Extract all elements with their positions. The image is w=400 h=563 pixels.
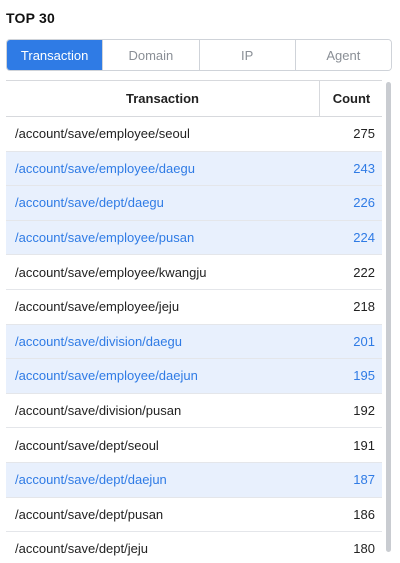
- column-header-transaction[interactable]: Transaction: [6, 80, 320, 117]
- table-row[interactable]: /account/save/employee/pusan 224: [6, 220, 382, 256]
- table-row[interactable]: /account/save/dept/seoul 191: [6, 427, 382, 463]
- table-row[interactable]: /account/save/dept/daejun 187: [6, 462, 382, 498]
- count-cell: 224: [319, 220, 382, 256]
- count-cell: 226: [319, 185, 382, 221]
- tab-transaction[interactable]: Transaction: [7, 40, 103, 70]
- count-cell: 222: [319, 254, 382, 290]
- table-row[interactable]: /account/save/dept/daegu 226: [6, 185, 382, 221]
- table-row[interactable]: /account/save/employee/seoul 275: [6, 116, 382, 152]
- count-cell: 275: [319, 116, 382, 152]
- table-row[interactable]: /account/save/dept/jeju 180: [6, 531, 382, 563]
- transaction-cell: /account/save/employee/seoul: [6, 116, 320, 152]
- transaction-cell: /account/save/dept/seoul: [6, 427, 320, 463]
- count-cell: 191: [319, 427, 382, 463]
- count-cell: 218: [319, 289, 382, 325]
- count-cell: 243: [319, 151, 382, 187]
- tab-ip[interactable]: IP: [198, 40, 295, 70]
- table-header-row: Transaction Count: [6, 80, 382, 117]
- transaction-cell: /account/save/employee/pusan: [6, 220, 320, 256]
- top-transactions-table: Transaction Count /account/save/employee…: [6, 80, 382, 563]
- tab-agent[interactable]: Agent: [294, 40, 391, 70]
- table-row[interactable]: /account/save/division/pusan 192: [6, 393, 382, 429]
- transaction-cell: /account/save/employee/jeju: [6, 289, 320, 325]
- count-cell: 195: [319, 358, 382, 394]
- table-row[interactable]: /account/save/dept/pusan 186: [6, 497, 382, 533]
- panel-title: TOP 30: [6, 10, 55, 26]
- tab-domain[interactable]: Domain: [102, 40, 199, 70]
- count-cell: 201: [319, 324, 382, 360]
- table-row[interactable]: /account/save/employee/daejun 195: [6, 358, 382, 394]
- transaction-cell: /account/save/dept/jeju: [6, 531, 320, 563]
- transaction-cell: /account/save/employee/daejun: [6, 358, 320, 394]
- transaction-cell: /account/save/division/pusan: [6, 393, 320, 429]
- table-body: /account/save/employee/seoul 275/account/…: [6, 116, 382, 563]
- transaction-cell: /account/save/dept/daejun: [6, 462, 320, 498]
- table-row[interactable]: /account/save/employee/kwangju 222: [6, 254, 382, 290]
- transaction-cell: /account/save/dept/pusan: [6, 497, 320, 533]
- table-row[interactable]: /account/save/division/daegu 201: [6, 324, 382, 360]
- column-header-count[interactable]: Count: [319, 80, 382, 117]
- transaction-cell: /account/save/division/daegu: [6, 324, 320, 360]
- count-cell: 186: [319, 497, 382, 533]
- table-row[interactable]: /account/save/employee/jeju 218: [6, 289, 382, 325]
- transaction-cell: /account/save/employee/kwangju: [6, 254, 320, 290]
- transaction-cell: /account/save/dept/daegu: [6, 185, 320, 221]
- count-cell: 187: [319, 462, 382, 498]
- tab-bar: Transaction Domain IP Agent: [6, 39, 392, 71]
- transaction-cell: /account/save/employee/daegu: [6, 151, 320, 187]
- data-table: Transaction Count /account/save/employee…: [6, 80, 382, 563]
- table-row[interactable]: /account/save/employee/daegu 243: [6, 151, 382, 187]
- count-cell: 192: [319, 393, 382, 429]
- vertical-scrollbar[interactable]: [386, 82, 391, 552]
- count-cell: 180: [319, 531, 382, 563]
